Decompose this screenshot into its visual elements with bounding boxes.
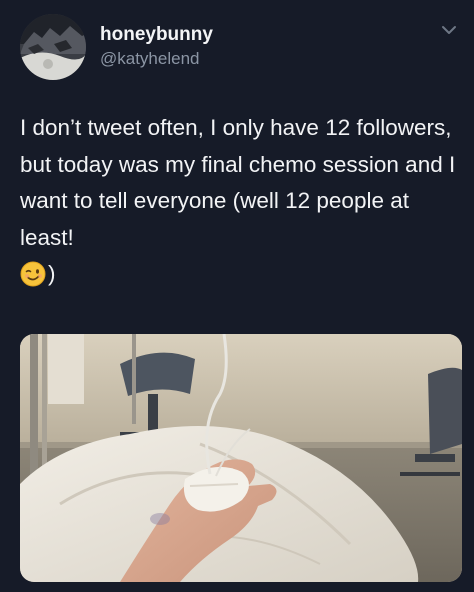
display-name[interactable]: honeybunny [100, 24, 213, 46]
tweet-photo[interactable] [20, 334, 462, 582]
author-names: honeybunny @katyhelend [100, 24, 213, 70]
tweet-text: I don’t tweet often, I only have 12 foll… [20, 110, 460, 299]
chevron-down-icon[interactable] [440, 24, 458, 36]
avatar[interactable] [20, 14, 86, 80]
emoji-line: ) [20, 256, 56, 293]
avatar-image [20, 14, 86, 80]
tweet-text-end: ) [48, 261, 56, 286]
winking-face-emoji [20, 261, 46, 287]
hospital-bed-photo [20, 334, 462, 582]
user-handle[interactable]: @katyhelend [100, 48, 213, 70]
tweet-text-main: I don’t tweet often, I only have 12 foll… [20, 115, 462, 250]
tweet-header: honeybunny @katyhelend [20, 14, 213, 80]
tweet-card: honeybunny @katyhelend I don’t tweet oft… [0, 0, 474, 592]
